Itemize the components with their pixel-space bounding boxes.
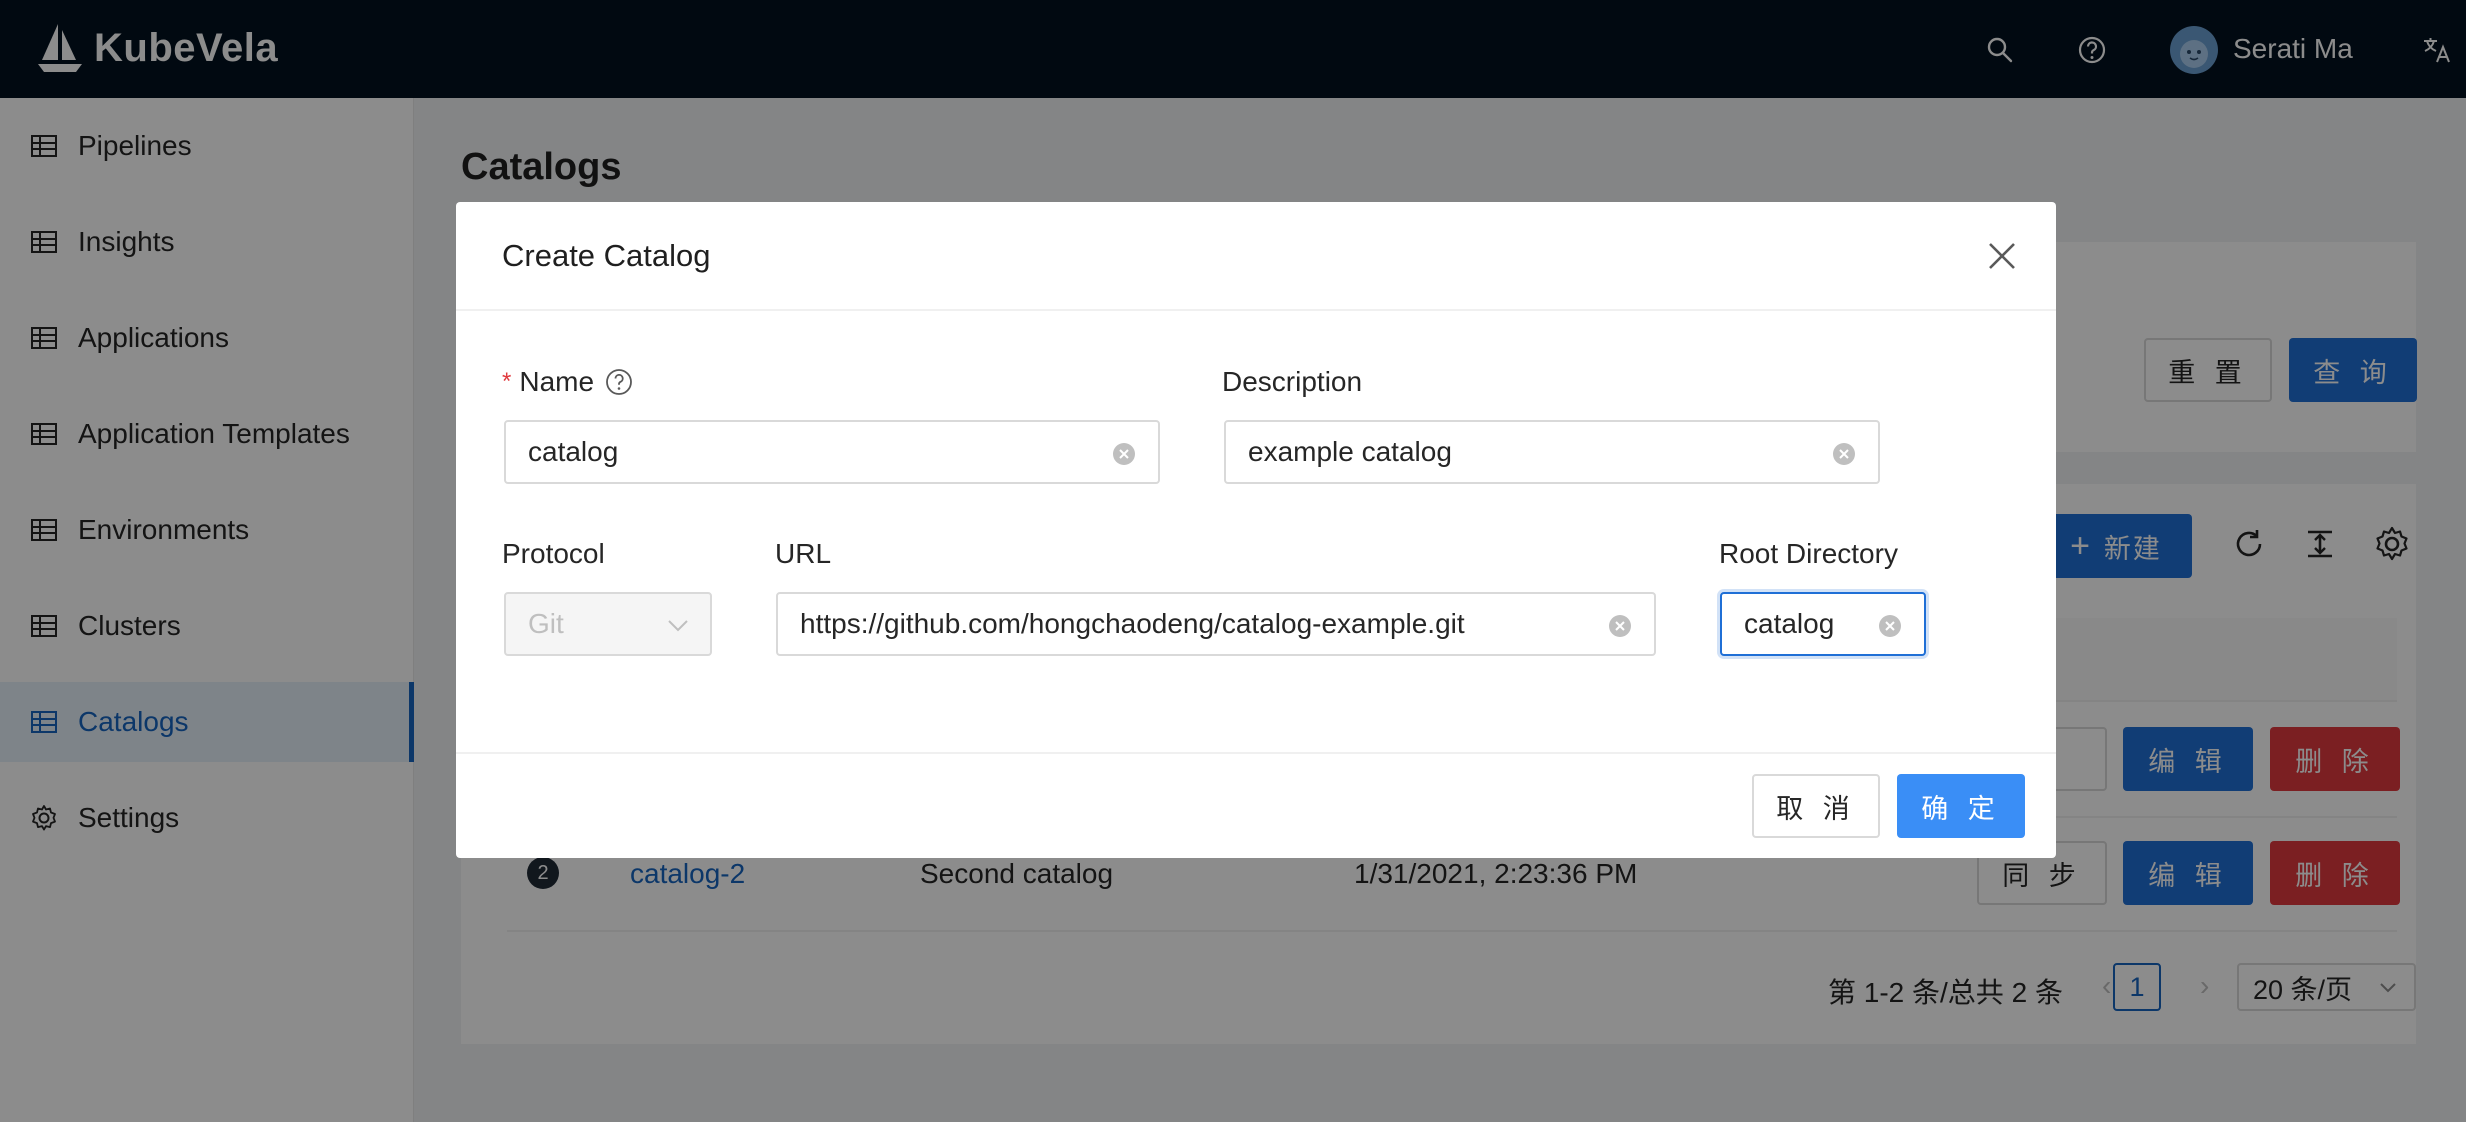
- url-input[interactable]: https://github.com/hongchaodeng/catalog-…: [776, 592, 1656, 656]
- ok-button[interactable]: 确 定: [1897, 774, 2025, 838]
- clear-circle-icon[interactable]: [1112, 442, 1136, 466]
- modal-title: Create Catalog: [502, 238, 711, 273]
- clear-circle-icon[interactable]: [1608, 614, 1632, 638]
- name-input-value: catalog: [528, 436, 619, 467]
- root-directory-input-value: catalog: [1744, 608, 1835, 639]
- modal-footer: 取 消 确 定: [456, 752, 2056, 858]
- chevron-down-icon: [668, 620, 688, 632]
- url-input-value: https://github.com/hongchaodeng/catalog-…: [800, 608, 1465, 639]
- description-input[interactable]: example catalog: [1224, 420, 1880, 484]
- description-label: Description: [1222, 366, 1363, 397]
- question-circle-icon[interactable]: [604, 367, 634, 397]
- modal-header: Create Catalog: [456, 202, 2056, 311]
- root-directory-label: Root Directory: [1719, 538, 1898, 569]
- create-catalog-modal: Create Catalog * Name catalog Descriptio…: [456, 202, 2056, 858]
- clear-circle-icon[interactable]: [1832, 442, 1856, 466]
- clear-circle-icon[interactable]: [1878, 614, 1902, 638]
- url-label: URL: [775, 538, 832, 569]
- cancel-button[interactable]: 取 消: [1752, 774, 1880, 838]
- protocol-select: Git: [504, 592, 712, 656]
- name-input[interactable]: catalog: [504, 420, 1160, 484]
- root-directory-input[interactable]: catalog: [1720, 592, 1926, 656]
- required-mark: *: [502, 368, 512, 395]
- name-label-text: Name: [519, 366, 595, 397]
- close-icon[interactable]: [1984, 238, 2020, 274]
- protocol-select-value: Git: [528, 608, 564, 639]
- description-input-value: example catalog: [1248, 436, 1452, 467]
- name-label: * Name: [502, 366, 634, 398]
- protocol-label: Protocol: [502, 538, 605, 569]
